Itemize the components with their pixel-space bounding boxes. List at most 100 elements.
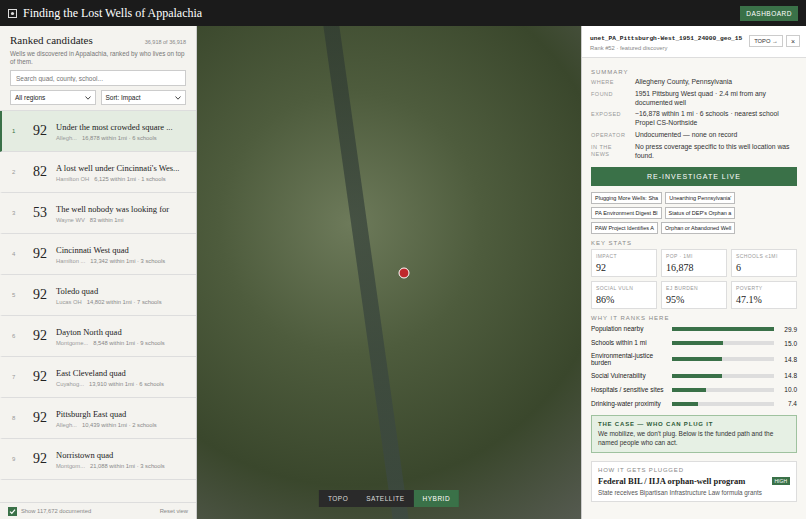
row-rank: 1 xyxy=(12,128,24,134)
candidate-row[interactable]: 1 92 Under the most crowded square ... A… xyxy=(0,111,196,152)
reinvestigate-button[interactable]: RE-INVESTIGATE LIVE xyxy=(591,167,797,186)
factor-bar xyxy=(672,402,774,406)
candidate-row[interactable]: 5 92 Toledo quad Lucas OH14,802 within 1… xyxy=(0,275,196,316)
rank-factor: Social Vulnerability 14.8 xyxy=(591,370,797,381)
summary-row: OPERATOR Undocumented — none on record xyxy=(591,131,797,140)
candidate-row[interactable]: 6 92 Dayton North quad Montgome...8,548 … xyxy=(0,316,196,357)
rank-line: Rank #52 · featured discovery xyxy=(590,45,742,51)
stat-card: IMPACT 92 xyxy=(591,249,657,277)
dashboard-button[interactable]: DASHBOARD xyxy=(740,6,798,21)
news-tag[interactable]: PA Environment Digest Bl xyxy=(591,207,662,219)
candidate-row[interactable]: 7 92 East Cleveland quad Cuyahog...13,91… xyxy=(0,357,196,398)
candidate-row[interactable]: 3 53 The well nobody was looking for Way… xyxy=(0,193,196,234)
stat-card: SOCIAL VULN 86% xyxy=(591,281,657,309)
row-score: 92 xyxy=(30,410,50,426)
factor-bar xyxy=(672,327,774,331)
factor-bar xyxy=(672,388,774,392)
view-toggle-button[interactable]: HYBRID xyxy=(414,490,460,507)
well-logo-icon xyxy=(8,9,17,18)
app-title: Finding the Lost Wells of Appalachia xyxy=(23,6,202,21)
row-rank: 3 xyxy=(12,210,24,216)
summary-title: SUMMARY xyxy=(591,69,797,75)
stat-card: POVERTY 47.1% xyxy=(731,281,797,309)
news-tag[interactable]: Plugging More Wells: Sha xyxy=(591,192,662,204)
view-toggle-button[interactable]: SATELLITE xyxy=(357,490,413,507)
rank-factor: Schools within 1 mi 15.0 xyxy=(591,338,797,349)
checkbox-box[interactable] xyxy=(8,507,17,516)
row-score: 92 xyxy=(30,369,50,385)
row-score: 92 xyxy=(30,287,50,303)
map-view-toggle: TOPOSATELLITEHYBRID xyxy=(319,490,459,507)
result-count: 36,918 of 36,918 xyxy=(145,39,186,45)
row-rank: 4 xyxy=(12,251,24,257)
row-score: 92 xyxy=(30,246,50,262)
candidate-row[interactable]: 8 92 Pittsburgh East quad Allegh...10,43… xyxy=(0,398,196,439)
row-title: Under the most crowded square ... xyxy=(56,122,173,132)
rank-factor: Hospitals / sensitive sites 10.0 xyxy=(591,384,797,395)
candidate-row[interactable]: 9 92 Norristown quad Montgom...21,088 wi… xyxy=(0,439,196,480)
candidate-list: 1 92 Under the most crowded square ... A… xyxy=(0,110,196,502)
row-meta: Cuyahog...13,910 within 1mi · 6 schools xyxy=(56,381,164,387)
row-score: 92 xyxy=(30,123,50,139)
reset-view-link[interactable]: Reset view xyxy=(160,508,188,514)
chevron-down-icon xyxy=(85,96,91,100)
check-icon xyxy=(9,508,16,515)
factor-bar xyxy=(672,374,774,378)
well-marker[interactable] xyxy=(399,267,410,278)
stats-title: KEY STATS xyxy=(591,240,797,246)
row-meta: Allegh...16,878 within 1mi · 6 schools xyxy=(56,135,173,141)
row-meta: Wayne WV83 within 1mi xyxy=(56,217,169,223)
row-rank: 5 xyxy=(12,292,24,298)
map[interactable]: TOPOSATELLITEHYBRID xyxy=(197,26,581,519)
row-rank: 2 xyxy=(12,169,24,175)
rank-factor: Environmental-justice burden 14.8 xyxy=(591,352,797,368)
row-title: Toledo quad xyxy=(56,286,162,296)
news-tag[interactable]: Status of DEP's Orphan a xyxy=(665,207,736,219)
app: Finding the Lost Wells of Appalachia DAS… xyxy=(0,0,806,519)
summary-row: WHERE Allegheny County, Pennsylvania xyxy=(591,78,797,87)
close-button[interactable]: × xyxy=(786,35,800,47)
row-meta: Allegh...10,439 within 1mi · 2 schools xyxy=(56,422,157,428)
view-toggle-button[interactable]: TOPO xyxy=(319,490,357,507)
row-meta: Lucas OH14,802 within 1mi · 7 schools xyxy=(56,299,162,305)
row-meta: Hamilton OH6,125 within 1mi · 1 schools xyxy=(56,176,179,182)
chevron-down-icon xyxy=(175,96,181,100)
row-title: Norristown quad xyxy=(56,450,165,460)
filters: All regions Sort: Impact xyxy=(10,90,186,105)
detail-panel: unet_PA_Pittsburgh-West_1951_24000_geo_1… xyxy=(581,26,806,519)
filter-select[interactable]: Sort: Impact xyxy=(101,90,187,105)
case-box: THE CASE — WHO CAN PLUG IT We mobilize, … xyxy=(591,415,797,453)
summary-row: FOUND 1951 Pittsburg West quad · 2.4 mi … xyxy=(591,90,797,108)
stat-card: SCHOOLS ≤1MI 6 xyxy=(731,249,797,277)
candidate-row[interactable]: 2 82 A lost well under Cincinnati's Wes.… xyxy=(0,152,196,193)
plug-card: HOW IT GETS PLUGGED Federal BIL / IIJA o… xyxy=(591,461,797,502)
row-score: 92 xyxy=(30,451,50,467)
ranks-title: WHY IT RANKS HERE xyxy=(591,315,797,321)
sidebar-title: Ranked candidates xyxy=(10,34,93,46)
candidate-row[interactable]: 4 92 Cincinnati West quad Hamilton ...13… xyxy=(0,234,196,275)
row-meta: Montgom...21,088 within 1mi · 3 schools xyxy=(56,463,165,469)
news-tag[interactable]: Unearthing Pennsylvania' xyxy=(665,192,735,204)
row-title: A lost well under Cincinnati's Wes... xyxy=(56,163,179,173)
priority-badge: HIGH xyxy=(772,477,791,485)
news-tag[interactable]: PAW Project Identifies A xyxy=(591,222,658,234)
row-title: The well nobody was looking for xyxy=(56,204,169,214)
key-stats: IMPACT 92POP · 1MI 16,878SCHOOLS ≤1MI 6S… xyxy=(591,249,797,309)
sidebar: Ranked candidates 36,918 of 36,918 Wells… xyxy=(0,26,197,519)
topo-button[interactable]: TOPO → xyxy=(749,35,783,47)
sidebar-footer: Show 117,672 documented Reset view xyxy=(0,502,196,519)
well-id: unet_PA_Pittsburgh-West_1951_24000_geo_1… xyxy=(590,35,742,42)
row-score: 92 xyxy=(30,328,50,344)
show-documented-checkbox[interactable]: Show 117,672 documented xyxy=(8,507,91,516)
summary-row: IN THE NEWS No press coverage specific t… xyxy=(591,143,797,161)
row-rank: 7 xyxy=(12,374,24,380)
news-tag[interactable]: Orphan or Abandoned Well xyxy=(661,222,735,234)
row-meta: Montgome...8,548 within 1mi · 9 schools xyxy=(56,340,165,346)
search-input[interactable] xyxy=(10,70,186,86)
detail-header: unet_PA_Pittsburgh-West_1951_24000_geo_1… xyxy=(582,26,806,58)
sidebar-subtitle: Wells we discovered in Appalachia, ranke… xyxy=(10,50,186,66)
rank-factor: Drinking-water proximity 7.4 xyxy=(591,398,797,409)
row-title: Pittsburgh East quad xyxy=(56,409,157,419)
row-title: East Cleveland quad xyxy=(56,368,164,378)
filter-select[interactable]: All regions xyxy=(10,90,96,105)
